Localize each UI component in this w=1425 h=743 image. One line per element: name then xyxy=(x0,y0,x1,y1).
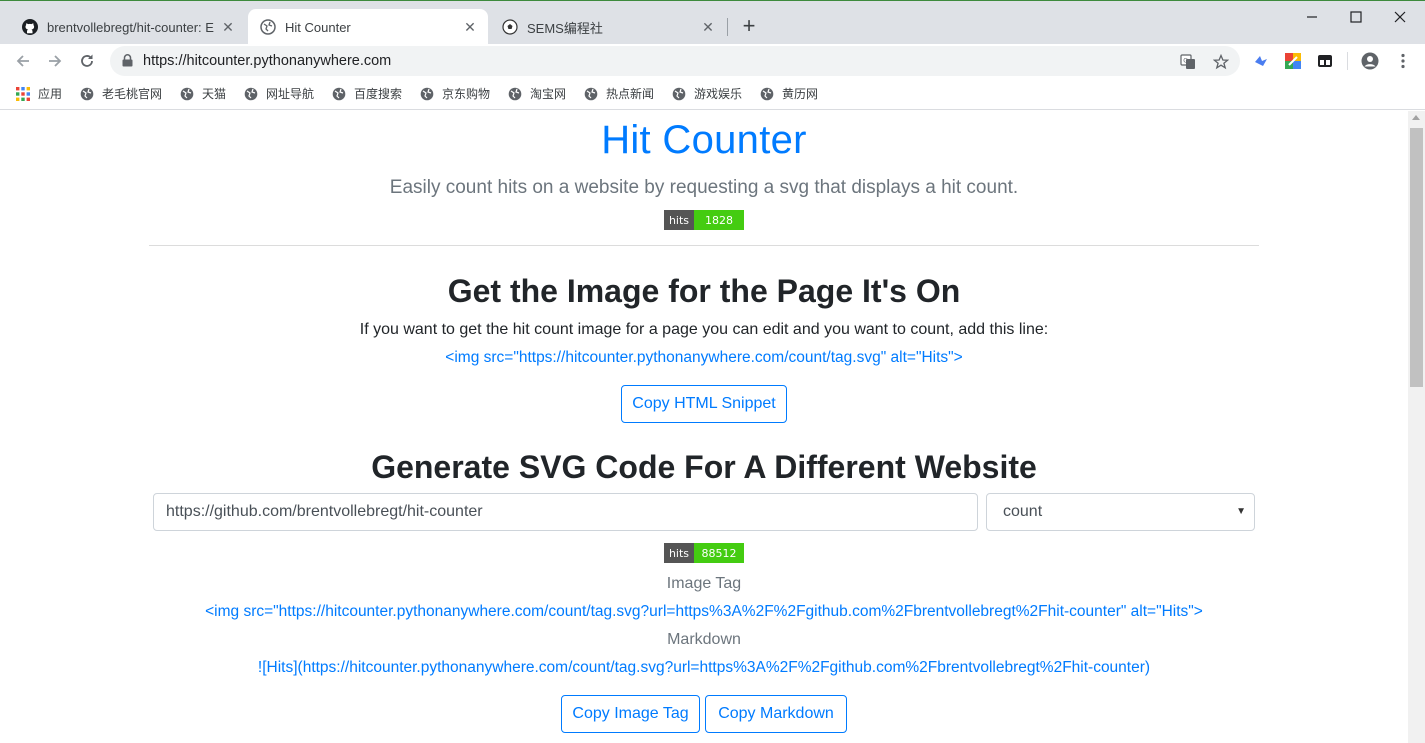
badge-label: hits xyxy=(664,543,694,563)
counter-type-select[interactable]: count ▼ xyxy=(986,493,1255,531)
bookmark-label: 老毛桃官网 xyxy=(102,87,163,101)
badge-value: 88512 xyxy=(694,543,744,563)
copy-html-snippet-button[interactable]: Copy HTML Snippet xyxy=(621,385,787,423)
maximize-icon[interactable] xyxy=(1334,5,1378,29)
bookmark-item[interactable]: 京东购物 xyxy=(419,85,490,102)
page-lead: Easily count hits on a website by reques… xyxy=(389,177,1019,198)
scroll-thumb[interactable] xyxy=(1410,128,1423,387)
globe-icon xyxy=(671,86,687,102)
bookmark-star-icon[interactable] xyxy=(1212,53,1230,71)
close-tab-icon[interactable]: ✕ xyxy=(700,19,716,35)
tab-strip: brentvollebregt/hit-counter: E ✕ Hit Cou… xyxy=(0,0,1425,45)
badge-value: 1828 xyxy=(694,210,744,230)
forward-icon[interactable] xyxy=(42,48,68,74)
globe-icon xyxy=(179,86,195,102)
bookmark-label: 应用 xyxy=(38,87,63,101)
globe-icon xyxy=(331,86,347,102)
tab-sems[interactable]: SEMS编程社 ✕ xyxy=(490,9,726,45)
bookmark-item[interactable]: 网址导航 xyxy=(243,85,314,102)
dropdown-arrow-icon: ▼ xyxy=(1236,506,1246,517)
bookmark-item[interactable]: 热点新闻 xyxy=(583,85,654,102)
close-tab-icon[interactable]: ✕ xyxy=(220,19,236,35)
bookmark-item[interactable]: 百度搜索 xyxy=(331,85,402,102)
hit-count-badge: hits 1828 xyxy=(664,210,744,230)
website-url-input[interactable]: https://github.com/brentvollebregt/hit-c… xyxy=(153,493,978,531)
scroll-up-arrow-icon[interactable] xyxy=(1412,115,1420,120)
menu-kebab-icon[interactable] xyxy=(1394,52,1412,70)
bookmark-label: 天猫 xyxy=(202,87,227,101)
bookmarks-bar: 应用 老毛桃官网 天猫 网址导航 百度搜索 京东购物 淘宝网 热点新闻 游戏娱乐… xyxy=(0,78,1425,110)
bookmark-item[interactable]: 天猫 xyxy=(179,85,226,102)
divider xyxy=(149,245,1259,246)
soccer-icon xyxy=(502,19,518,35)
bookmark-item[interactable]: 游戏娱乐 xyxy=(671,85,742,102)
extension-color-icon[interactable] xyxy=(1285,53,1301,69)
svg-text:G: G xyxy=(1183,58,1188,65)
bookmark-label: 淘宝网 xyxy=(530,87,567,101)
image-tag-code: <img src="https://hitcounter.pythonanywh… xyxy=(205,603,1203,620)
counter-type-value: count xyxy=(1003,503,1043,520)
globe-icon xyxy=(79,86,95,102)
tab-title: brentvollebregt/hit-counter: E xyxy=(47,19,214,35)
globe-icon xyxy=(419,86,435,102)
copy-image-tag-button[interactable]: Copy Image Tag xyxy=(561,695,700,733)
markdown-code: ![Hits](https://hitcounter.pythonanywher… xyxy=(257,659,1151,676)
bookmark-label: 京东购物 xyxy=(442,87,491,101)
copy-markdown-button[interactable]: Copy Markdown xyxy=(705,695,847,733)
badge-label: hits xyxy=(664,210,694,230)
browser-toolbar: https://hitcounter.pythonanywhere.com G xyxy=(0,44,1425,78)
globe-icon xyxy=(507,86,523,102)
bookmark-item[interactable]: 淘宝网 xyxy=(507,85,566,102)
bookmark-label: 百度搜索 xyxy=(354,87,403,101)
extension-board-icon[interactable] xyxy=(1317,53,1333,69)
close-tab-icon[interactable]: ✕ xyxy=(462,19,478,35)
html-snippet-code: <img src="https://hitcounter.pythonanywh… xyxy=(445,349,963,366)
reload-icon[interactable] xyxy=(74,48,100,74)
profile-avatar-icon[interactable] xyxy=(1361,52,1379,70)
minimize-icon[interactable] xyxy=(1290,5,1334,29)
tab-hit-counter[interactable]: Hit Counter ✕ xyxy=(248,9,488,45)
section-description: If you want to get the hit count image f… xyxy=(359,321,1049,338)
page-scrollbar[interactable] xyxy=(1408,111,1425,743)
section-heading-different-website: Generate SVG Code For A Different Websit… xyxy=(371,449,1037,485)
bookmark-item[interactable]: 黄历网 xyxy=(759,85,818,102)
github-icon xyxy=(22,19,38,35)
website-url-value: https://github.com/brentvollebregt/hit-c… xyxy=(166,503,483,520)
bookmark-item[interactable]: 老毛桃官网 xyxy=(79,85,162,102)
new-tab-button[interactable]: + xyxy=(737,15,761,39)
bookmark-label: 网址导航 xyxy=(266,87,315,101)
tab-separator xyxy=(727,18,728,36)
address-bar[interactable]: https://hitcounter.pythonanywhere.com G xyxy=(110,46,1240,76)
globe-icon xyxy=(759,86,775,102)
tab-github[interactable]: brentvollebregt/hit-counter: E ✕ xyxy=(10,9,246,45)
section-heading-own-page: Get the Image for the Page It's On xyxy=(447,273,961,309)
page-content: Hit Counter Easily count hits on a websi… xyxy=(0,111,1408,743)
close-window-icon[interactable] xyxy=(1378,5,1422,29)
globe-icon xyxy=(583,86,599,102)
bookmark-label: 游戏娱乐 xyxy=(694,87,743,101)
markdown-label: Markdown xyxy=(667,631,741,648)
back-icon[interactable] xyxy=(10,48,36,74)
tab-title: SEMS编程社 xyxy=(527,20,603,36)
apps-grid-icon xyxy=(15,86,31,102)
bookmark-label: 热点新闻 xyxy=(606,87,655,101)
globe-icon xyxy=(260,19,276,35)
page-title: Hit Counter xyxy=(601,118,807,162)
translate-icon[interactable]: G xyxy=(1179,53,1197,71)
bookmark-apps[interactable]: 应用 xyxy=(15,85,62,102)
url-text: https://hitcounter.pythonanywhere.com xyxy=(143,53,392,69)
globe-icon xyxy=(243,86,259,102)
tab-title: Hit Counter xyxy=(285,19,351,35)
generated-hit-badge: hits 88512 xyxy=(664,543,744,563)
toolbar-divider xyxy=(1347,52,1348,70)
lock-icon[interactable] xyxy=(122,54,133,72)
image-tag-label: Image Tag xyxy=(666,575,742,592)
bookmark-label: 黄历网 xyxy=(782,87,819,101)
extension-bird-icon[interactable] xyxy=(1253,53,1269,69)
